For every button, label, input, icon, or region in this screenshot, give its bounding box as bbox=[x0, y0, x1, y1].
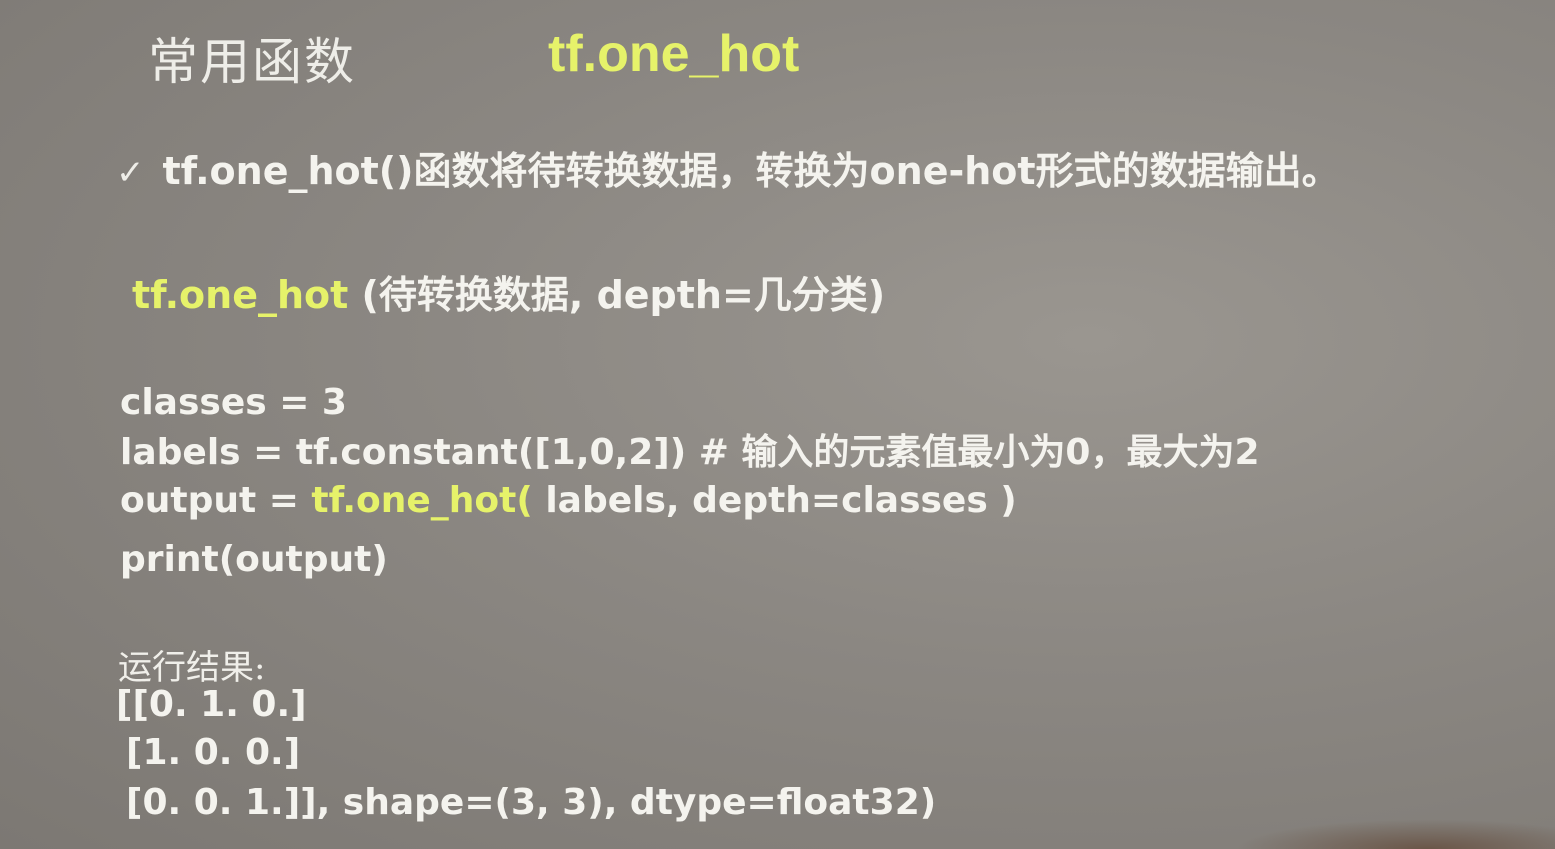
code-line-1: classes = 3 bbox=[120, 382, 347, 423]
output-line-3: [0. 0. 1.]], shape=(3, 3), dtype=float32… bbox=[126, 782, 937, 823]
code-line-3-prefix: output = bbox=[120, 480, 312, 521]
code-line-3-function: tf.one_hot( bbox=[311, 480, 533, 521]
output-line-1: [[0. 1. 0.] bbox=[116, 684, 307, 725]
function-signature: tf.one_hot (待转换数据, depth=几分类) bbox=[132, 264, 885, 319]
signature-arguments: (待转换数据, depth=几分类) bbox=[348, 273, 886, 317]
description-bullet: ✓ tf.one_hot()函数将待转换数据，转换为one-hot形式的数据输出。 bbox=[116, 140, 1340, 195]
code-line-2: labels = tf.constant([1,0,2]) # 输入的元素值最小… bbox=[120, 432, 1260, 473]
signature-function-name: tf.one_hot bbox=[132, 273, 349, 317]
code-line-3: output = tf.one_hot( labels, depth=class… bbox=[120, 483, 1017, 519]
slide-title: tf.one_hot bbox=[548, 25, 800, 83]
description-text: tf.one_hot()函数将待转换数据，转换为one-hot形式的数据输出。 bbox=[162, 149, 1340, 193]
code-line-3-suffix: labels, depth=classes ) bbox=[532, 480, 1017, 521]
slide-heading: 常用函数 bbox=[148, 33, 356, 91]
result-label: 运行结果: bbox=[118, 648, 266, 688]
output-line-2: [1. 0. 0.] bbox=[126, 732, 301, 773]
code-line-4: print(output) bbox=[120, 539, 388, 580]
lecture-slide: 常用函数 tf.one_hot ✓ tf.one_hot()函数将待转换数据，转换… bbox=[0, 0, 1555, 849]
bottom-right-shadow bbox=[1235, 819, 1555, 849]
checkmark-icon: ✓ bbox=[116, 153, 145, 193]
